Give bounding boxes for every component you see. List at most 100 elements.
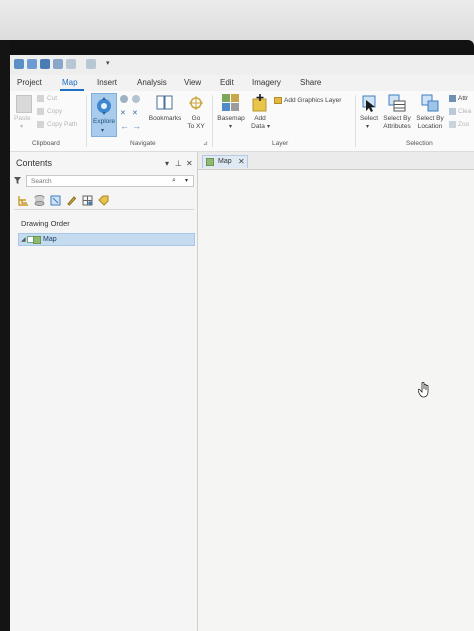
clear-selection-icon xyxy=(449,108,456,115)
monitor-bezel-left xyxy=(0,40,10,631)
tab-project[interactable]: Project xyxy=(17,78,42,87)
fixed-zoom-in-icon[interactable]: ✕ xyxy=(120,109,129,117)
select-dropdown-icon[interactable]: ▾ xyxy=(366,123,369,130)
copy-path-icon xyxy=(37,121,44,128)
select-button[interactable]: Select xyxy=(355,115,383,123)
save-icon[interactable] xyxy=(40,59,50,69)
pane-options-icon[interactable]: ▾ xyxy=(165,159,169,168)
cut-button[interactable]: Cut xyxy=(47,95,57,103)
list-by-drawing-order-icon[interactable] xyxy=(18,195,29,206)
explore-label: Explore xyxy=(93,118,116,125)
view-tab-bar: Map ✕ xyxy=(198,152,474,170)
clipboard-group-label: Clipboard xyxy=(32,140,60,147)
tab-imagery[interactable]: Imagery xyxy=(252,78,281,87)
search-dropdown-icon[interactable]: ▾ xyxy=(185,177,188,184)
list-by-labeling-icon[interactable] xyxy=(98,195,109,206)
navigate-options-icon[interactable]: ⊿ xyxy=(203,140,208,147)
list-by-snapping-icon[interactable] xyxy=(82,195,93,206)
tab-view[interactable]: View xyxy=(184,78,201,87)
new-project-icon[interactable] xyxy=(14,59,24,69)
navigate-group-label: Navigate xyxy=(130,140,156,147)
contents-pane: Contents ▾ ⊥ ✕ ⌕ ▾ Drawing Order ◢ Map xyxy=(10,152,198,631)
tab-map[interactable]: Map xyxy=(62,78,78,87)
select-icon xyxy=(361,94,377,112)
app-window: ▾ Project Map Insert Analysis View Edit … xyxy=(10,55,474,631)
basemap-icon xyxy=(222,94,240,112)
expand-arrow-icon[interactable]: ◢ xyxy=(21,236,26,243)
copy-icon xyxy=(37,108,44,115)
tab-map-view[interactable]: Map ✕ xyxy=(202,155,248,168)
contents-title: Contents xyxy=(16,158,53,168)
graphics-layer-icon xyxy=(274,97,282,104)
add-graphics-layer-button[interactable]: Add Graphics Layer xyxy=(284,97,341,105)
add-data-dropdown-icon[interactable]: ▾ xyxy=(267,123,270,130)
map-layer-item[interactable]: ◢ Map xyxy=(18,233,195,246)
attributes-icon xyxy=(449,95,456,102)
drawing-order-heading: Drawing Order xyxy=(21,219,70,228)
select-by-attributes-label-1[interactable]: Select By xyxy=(381,115,413,123)
go-to-xy-icon xyxy=(188,95,204,111)
back-arrow-icon[interactable]: ← xyxy=(120,121,129,131)
tab-share[interactable]: Share xyxy=(300,78,321,87)
basemap-button[interactable]: Basemap xyxy=(213,115,249,123)
paste-dropdown-icon[interactable]: ▾ xyxy=(20,123,23,130)
map-tab-label: Map xyxy=(218,158,232,165)
filter-icon[interactable] xyxy=(14,177,21,184)
basemap-dropdown-icon[interactable]: ▾ xyxy=(229,123,232,130)
select-by-attributes-icon xyxy=(388,94,406,112)
map-item-label: Map xyxy=(43,236,57,243)
undo-icon[interactable] xyxy=(66,59,76,69)
select-by-location-label-1[interactable]: Select By xyxy=(414,115,446,123)
list-by-editing-icon[interactable] xyxy=(66,195,77,206)
forward-arrow-icon[interactable]: → xyxy=(132,121,141,131)
full-extent-icon[interactable] xyxy=(120,95,128,103)
explore-dropdown-icon[interactable]: ▾ xyxy=(101,127,104,134)
previous-extent-icon[interactable] xyxy=(132,95,140,103)
contents-toolbar xyxy=(18,193,188,209)
add-data-label-1[interactable]: Add xyxy=(250,115,270,123)
close-icon[interactable]: ✕ xyxy=(186,159,193,168)
redo-icon[interactable] xyxy=(86,59,96,69)
add-data-label-2[interactable]: Data xyxy=(248,123,268,131)
pin-icon[interactable]: ⊥ xyxy=(175,159,182,168)
search-icon[interactable]: ⌕ xyxy=(172,177,176,185)
close-tab-icon[interactable]: ✕ xyxy=(238,157,245,166)
paste-button[interactable]: Paste xyxy=(14,115,31,123)
cut-icon xyxy=(37,95,44,102)
bookmarks-button[interactable]: Bookmarks xyxy=(146,115,184,123)
copy-button[interactable]: Copy xyxy=(47,108,62,116)
select-by-location-label-2[interactable]: Location xyxy=(414,123,446,131)
print-icon[interactable] xyxy=(53,59,63,69)
fixed-zoom-out-icon[interactable]: ✕ xyxy=(132,109,141,117)
select-by-location-icon xyxy=(421,94,439,112)
go-to-xy-label-2[interactable]: To XY xyxy=(184,123,208,131)
list-by-data-source-icon[interactable] xyxy=(34,195,45,206)
layer-group-label: Layer xyxy=(272,140,289,147)
map-view: Map ✕ xyxy=(198,152,474,631)
map-canvas[interactable] xyxy=(198,170,474,631)
list-by-selection-icon[interactable] xyxy=(50,195,61,206)
search-input[interactable] xyxy=(26,175,194,187)
hand-cursor-icon xyxy=(418,382,429,398)
clear-selection-button[interactable]: Clea xyxy=(458,108,471,116)
zoom-to-selection-button[interactable]: Zoo xyxy=(458,121,469,129)
divider xyxy=(14,209,194,210)
bookmarks-icon xyxy=(156,95,174,111)
ribbon: Paste ▾ Cut Copy Copy Path Clipboard Exp… xyxy=(10,91,474,152)
paste-icon xyxy=(16,95,32,113)
zoom-to-selection-icon xyxy=(449,121,456,128)
explore-icon xyxy=(97,97,111,115)
tab-insert[interactable]: Insert xyxy=(97,78,117,87)
select-by-attributes-label-2[interactable]: Attributes xyxy=(379,123,415,131)
customize-toolbar-icon[interactable]: ▾ xyxy=(106,59,116,69)
add-data-icon xyxy=(252,94,268,112)
copy-path-button[interactable]: Copy Path xyxy=(47,121,77,129)
map-icon xyxy=(33,236,41,244)
attributes-button[interactable]: Attr xyxy=(458,95,468,103)
tab-edit[interactable]: Edit xyxy=(220,78,234,87)
go-to-xy-label-1[interactable]: Go xyxy=(186,115,206,123)
selection-group-label: Selection xyxy=(406,140,433,147)
explore-button[interactable]: Explore ▾ xyxy=(91,93,117,137)
tab-analysis[interactable]: Analysis xyxy=(137,78,167,87)
open-project-icon[interactable] xyxy=(27,59,37,69)
